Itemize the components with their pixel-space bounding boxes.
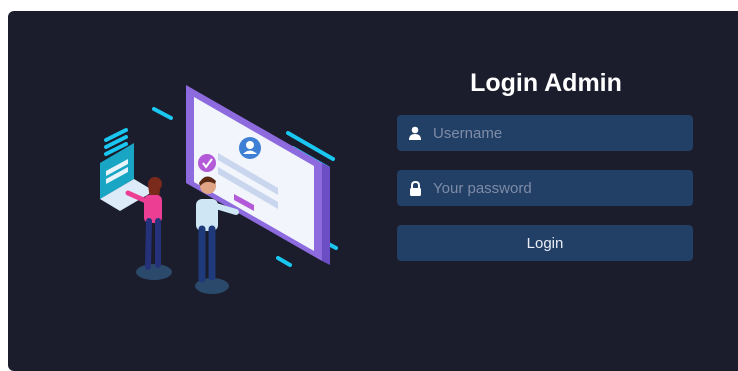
username-input[interactable] <box>433 115 693 151</box>
lock-icon <box>397 170 433 206</box>
login-button[interactable]: Login <box>397 225 693 261</box>
password-field[interactable] <box>397 170 693 206</box>
user-icon <box>397 115 433 151</box>
check-icon <box>198 154 216 172</box>
page-title: Login Admin <box>470 69 622 97</box>
login-illustration <box>100 85 338 294</box>
username-field[interactable] <box>397 115 693 151</box>
password-input[interactable] <box>433 170 693 206</box>
login-form: Login Admin Login <box>397 66 693 261</box>
login-card: Login Admin Login <box>8 11 738 371</box>
